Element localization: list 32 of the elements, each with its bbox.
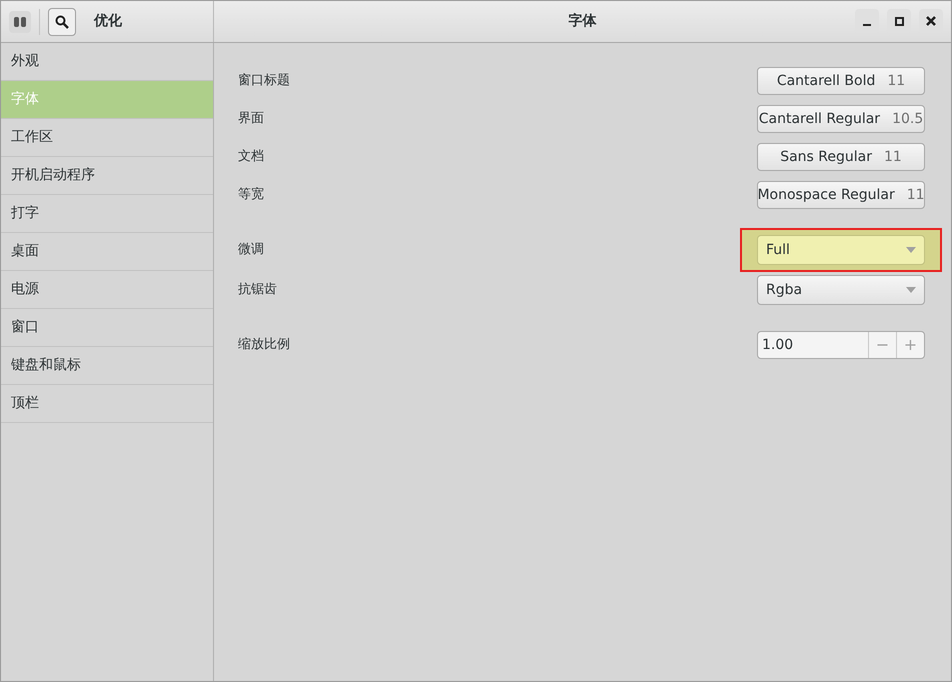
minimize-icon <box>863 24 871 26</box>
font-button[interactable]: Sans Regular 11 <box>757 143 925 171</box>
dropdown[interactable]: Rgba <box>757 275 925 305</box>
setting-label: 文档 <box>238 148 264 166</box>
sidebar-item[interactable]: 桌面 <box>1 233 213 271</box>
font-button[interactable]: Cantarell Regular 10.5 <box>757 105 925 133</box>
font-button[interactable]: Cantarell Bold 11 <box>757 67 925 95</box>
caret-icon <box>906 247 916 253</box>
setting-label: 等宽 <box>238 186 264 204</box>
setting-label: 微调 <box>238 241 264 260</box>
sidebar-item[interactable]: 电源 <box>1 271 213 309</box>
font-button[interactable]: Monospace Regular 11 <box>757 181 925 209</box>
search-icon <box>55 14 69 28</box>
sidebar-item[interactable]: 工作区 <box>1 119 213 157</box>
sidebar-item[interactable]: 打字 <box>1 195 213 233</box>
setting-label: 界面 <box>238 110 264 128</box>
app-menu-button[interactable] <box>9 10 31 32</box>
setting-label: 缩放比例 <box>238 336 290 354</box>
sidebar-item[interactable]: 顶栏 <box>1 385 213 423</box>
sidebar-item[interactable]: 窗口 <box>1 309 213 347</box>
setting-label: 抗锯齿 <box>238 281 277 300</box>
caret-icon <box>906 287 916 293</box>
setting-label: 窗口标题 <box>238 72 290 90</box>
maximize-icon <box>894 16 904 26</box>
close-icon <box>926 16 936 26</box>
search-button[interactable] <box>48 8 76 36</box>
page-title: 字体 <box>568 12 596 31</box>
sidebar-item[interactable]: 开机启动程序 <box>1 157 213 195</box>
dropdown[interactable]: Full <box>757 235 925 265</box>
app-title: 优化 <box>94 12 122 31</box>
sidebar-item[interactable]: 键盘和鼠标 <box>1 347 213 385</box>
tweak-icon <box>13 16 27 28</box>
